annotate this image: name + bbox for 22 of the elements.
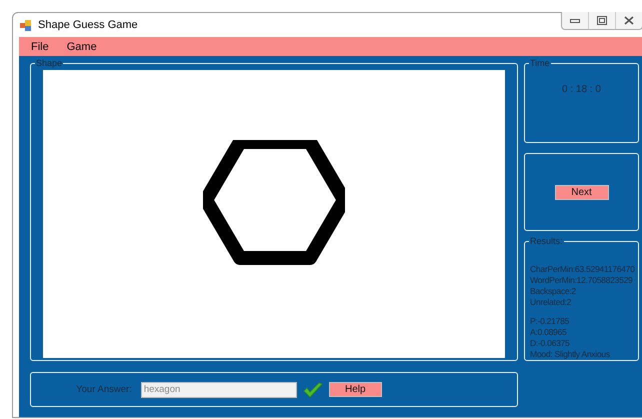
menu-item[interactable]: File: [31, 40, 49, 52]
help-button[interactable]: Help: [328, 382, 382, 397]
menu-item[interactable]: Game: [66, 40, 97, 52]
app-icon: [20, 20, 32, 30]
result-line: WordPerMin:12.7058823529: [530, 275, 633, 286]
answer-label: Your Answer:: [76, 384, 132, 395]
group-title: Results:: [529, 235, 564, 247]
result-line: A:0.08965: [530, 327, 566, 338]
close-icon: [624, 16, 634, 25]
group-title: Time: [529, 57, 551, 69]
group-title: Shape: [35, 57, 64, 69]
result-line: CharPerMin:63.52941176470: [530, 264, 635, 275]
result-line: Unrelated:2: [530, 297, 572, 308]
maximize-icon: [597, 16, 607, 25]
result-line: P:-0.21785: [530, 316, 570, 327]
minimize-icon: [570, 18, 580, 22]
result-line: Mood: Slightly Anxious: [530, 349, 610, 360]
next-button[interactable]: Next: [554, 184, 608, 200]
result-line: Backspace:2: [530, 286, 576, 297]
result-line: D:-0.06375: [530, 338, 570, 349]
window-title: Shape Guess Game: [38, 19, 138, 31]
timer-text: 0 : 18 : 0: [562, 84, 601, 95]
